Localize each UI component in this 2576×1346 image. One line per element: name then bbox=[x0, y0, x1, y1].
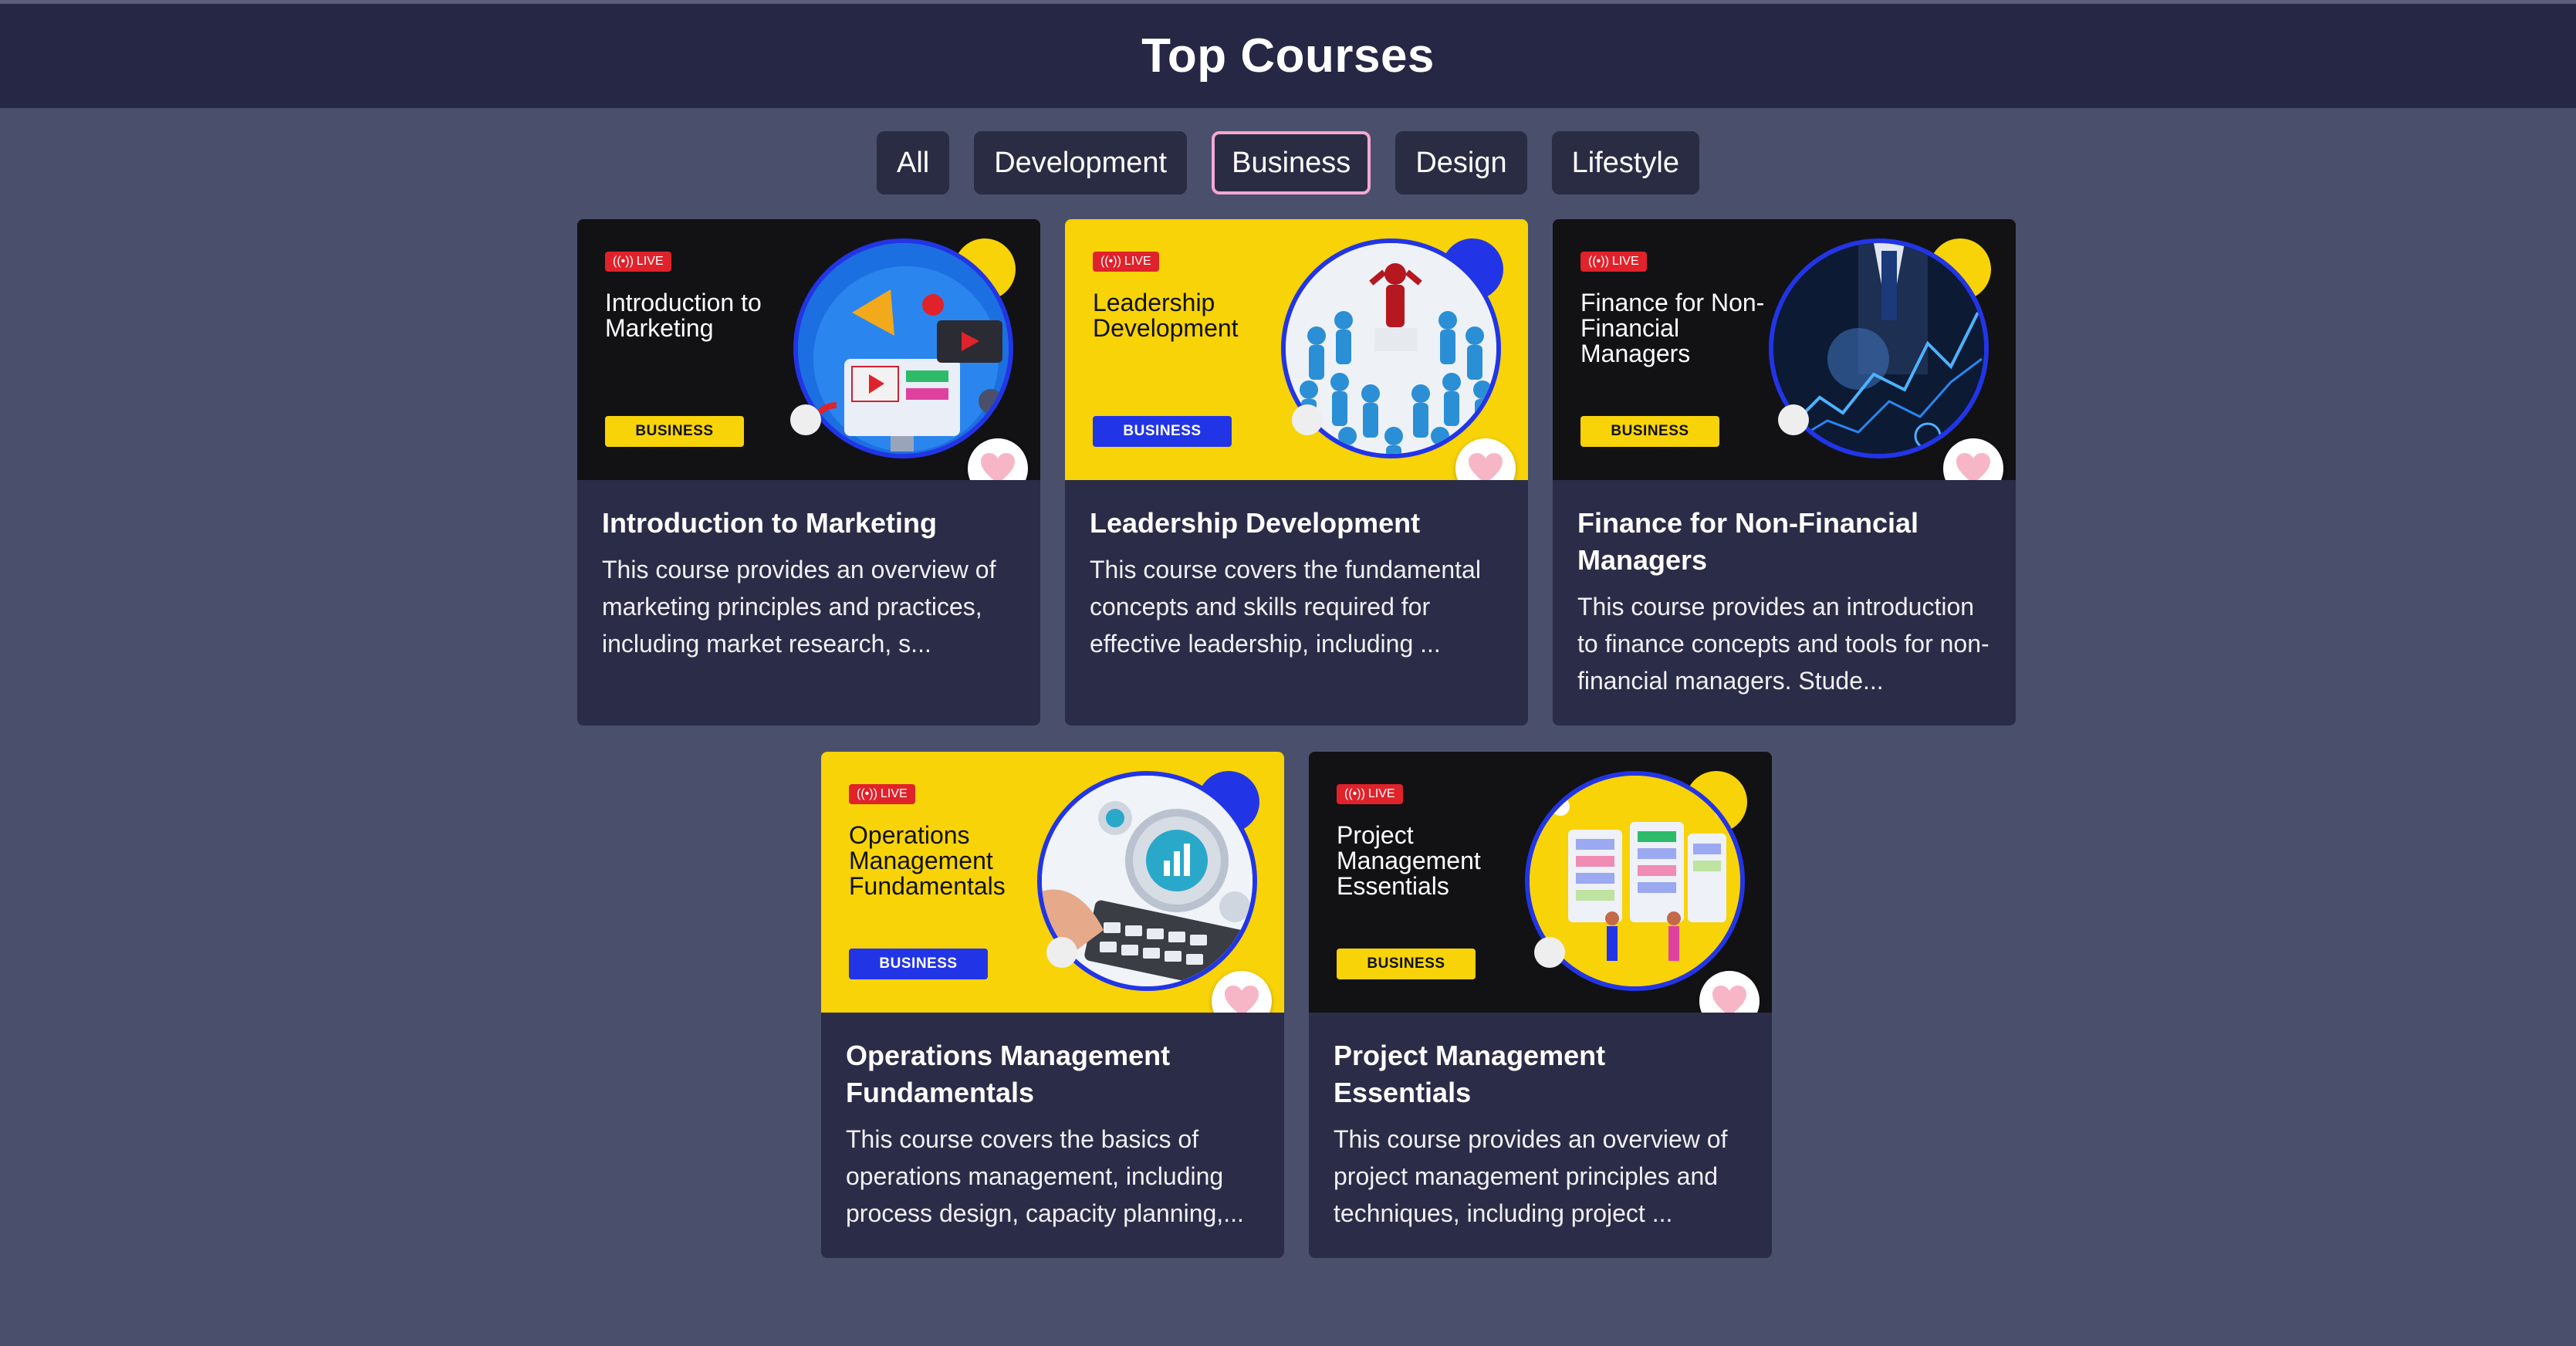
favorite-button[interactable] bbox=[1699, 971, 1760, 1013]
favorite-button[interactable] bbox=[968, 438, 1028, 480]
card-body: Project Management Essentials This cours… bbox=[1309, 1013, 1772, 1258]
broadcast-icon: ((•)) bbox=[1100, 255, 1121, 268]
category-filters: All Development Business Design Lifestyl… bbox=[0, 131, 2576, 194]
live-badge: ((•)) LIVE bbox=[1580, 252, 1647, 272]
course-card-project-management[interactable]: ((•)) LIVE Project Management Essentials … bbox=[1309, 752, 1772, 1258]
heart-icon bbox=[981, 453, 1015, 480]
live-badge: ((•)) LIVE bbox=[1093, 252, 1159, 272]
category-badge: BUSINESS bbox=[1580, 416, 1719, 447]
course-thumbnail: ((•)) LIVE Leadership Development BUSINES… bbox=[1065, 219, 1528, 480]
thumbnail-title: Introduction to Marketing bbox=[605, 289, 762, 342]
filter-development-button[interactable]: Development bbox=[974, 131, 1188, 194]
decorative-dot bbox=[1292, 404, 1323, 435]
broadcast-icon: ((•)) bbox=[613, 255, 634, 268]
course-description: This course provides an overview of proj… bbox=[1334, 1125, 1728, 1227]
filter-business-button[interactable]: Business bbox=[1212, 131, 1371, 194]
decorative-dot bbox=[790, 404, 821, 435]
filter-design-button[interactable]: Design bbox=[1395, 131, 1527, 194]
thumbnail-title: Finance for Non-Financial Managers bbox=[1580, 289, 1765, 367]
category-badge: BUSINESS bbox=[1337, 949, 1476, 979]
card-body: Introduction to Marketing This course pr… bbox=[577, 480, 1040, 693]
course-card-leadership[interactable]: ((•)) LIVE Leadership Development BUSINES… bbox=[1065, 219, 1528, 725]
thumbnail-title: Operations Management Fundamentals bbox=[849, 821, 1006, 900]
course-title[interactable]: Project Management Essentials bbox=[1334, 1037, 1747, 1111]
broadcast-icon: ((•)) bbox=[1588, 255, 1609, 268]
course-card-marketing[interactable]: ((•)) LIVE Introduction to Marketing BUSI… bbox=[577, 219, 1040, 725]
live-badge: ((•)) LIVE bbox=[1337, 784, 1403, 804]
course-description: This course covers the basics of operati… bbox=[846, 1125, 1244, 1227]
card-body: Leadership Development This course cover… bbox=[1065, 480, 1528, 693]
course-title[interactable]: Finance for Non-Financial Managers bbox=[1577, 505, 1991, 579]
course-thumbnail: ((•)) LIVE Project Management Essentials … bbox=[1309, 752, 1772, 1013]
course-title[interactable]: Leadership Development bbox=[1090, 505, 1503, 542]
card-body: Finance for Non-Financial Managers This … bbox=[1553, 480, 2016, 725]
category-badge: BUSINESS bbox=[1093, 416, 1232, 447]
marketing-illustration-icon bbox=[793, 238, 1013, 458]
course-title[interactable]: Operations Management Fundamentals bbox=[846, 1037, 1259, 1111]
page-header: Top Courses bbox=[0, 4, 2576, 108]
page-title: Top Courses bbox=[1141, 29, 1435, 83]
heart-icon bbox=[1225, 986, 1259, 1013]
heart-icon bbox=[1712, 986, 1746, 1013]
decorative-dot bbox=[1046, 937, 1077, 968]
filter-lifestyle-button[interactable]: Lifestyle bbox=[1551, 131, 1700, 194]
course-card-operations[interactable]: ((•)) LIVE Operations Management Fundamen… bbox=[821, 752, 1284, 1258]
category-badge: BUSINESS bbox=[849, 949, 988, 979]
broadcast-icon: ((•)) bbox=[1344, 787, 1365, 800]
course-thumbnail: ((•)) LIVE Introduction to Marketing BUSI… bbox=[577, 219, 1040, 480]
course-thumbnail: ((•)) LIVE Operations Management Fundamen… bbox=[821, 752, 1284, 1013]
filter-all-button[interactable]: All bbox=[876, 131, 950, 194]
live-badge: ((•)) LIVE bbox=[849, 784, 915, 804]
card-body: Operations Management Fundamentals This … bbox=[821, 1013, 1284, 1258]
course-description: This course provides an overview of mark… bbox=[602, 556, 996, 658]
course-thumbnail: ((•)) LIVE Finance for Non-Financial Mana… bbox=[1553, 219, 2016, 480]
favorite-button[interactable] bbox=[1212, 971, 1272, 1013]
decorative-dot bbox=[1778, 404, 1809, 435]
course-card-finance[interactable]: ((•)) LIVE Finance for Non-Financial Mana… bbox=[1553, 219, 2016, 725]
course-title[interactable]: Introduction to Marketing bbox=[602, 505, 1016, 542]
favorite-button[interactable] bbox=[1943, 438, 2003, 480]
thumbnail-title: Project Management Essentials bbox=[1337, 821, 1481, 900]
live-badge: ((•)) LIVE bbox=[605, 252, 671, 272]
course-description: This course provides an introduction to … bbox=[1577, 593, 1989, 695]
thumbnail-title: Leadership Development bbox=[1093, 289, 1239, 342]
heart-icon bbox=[1956, 453, 1990, 480]
heart-icon bbox=[1469, 453, 1503, 480]
favorite-button[interactable] bbox=[1455, 438, 1516, 480]
course-description: This course covers the fundamental conce… bbox=[1090, 556, 1481, 658]
category-badge: BUSINESS bbox=[605, 416, 744, 447]
broadcast-icon: ((•)) bbox=[857, 787, 877, 800]
decorative-dot bbox=[1534, 937, 1565, 968]
